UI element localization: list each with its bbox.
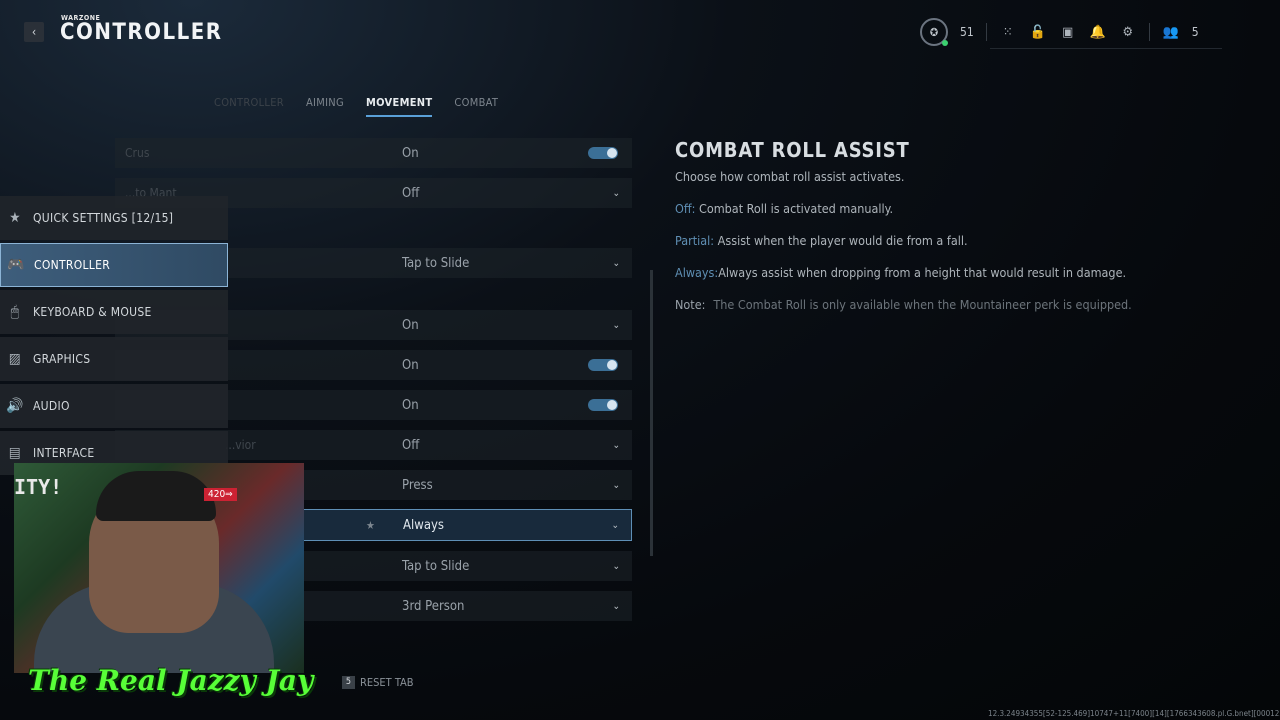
- sidebar-item-quick-settings[interactable]: ★ QUICK SETTINGS [12/15]: [0, 196, 228, 240]
- tab-combat[interactable]: COMBAT: [454, 96, 498, 117]
- key-hint: 5: [342, 676, 355, 689]
- friends-count: 5: [1191, 25, 1199, 39]
- unlock-icon[interactable]: 🔓: [1029, 23, 1047, 41]
- rank-icon[interactable]: ✪: [920, 18, 948, 46]
- top-bar: ✪ 51 ⁙ 🔓 ▣ 🔔 ⚙ 👥 5: [920, 18, 1199, 46]
- streamer-hat: [96, 471, 216, 521]
- chevron-down-icon: ⌄: [612, 187, 620, 199]
- chevron-left-icon: ‹: [31, 25, 37, 39]
- build-info: 12.3.24934355[52-125.469]10747+11[7400][…: [988, 709, 1280, 718]
- setting-value: Tap to Slide: [402, 558, 470, 574]
- settings-tabs: CONTROLLER AIMING MOVEMENT COMBAT: [214, 96, 498, 117]
- setting-value: 3rd Person: [402, 598, 465, 614]
- detail-option-partial: Partial: Assist when the player would di…: [675, 233, 968, 248]
- toggle-switch[interactable]: [588, 399, 618, 411]
- back-button[interactable]: ‹: [24, 22, 44, 42]
- setting-value: Off: [402, 185, 420, 201]
- chevron-down-icon: ⌄: [612, 257, 620, 269]
- tab-aiming[interactable]: AIMING: [306, 96, 344, 117]
- tab-controller[interactable]: CONTROLLER: [214, 96, 284, 117]
- sidebar-item-controller[interactable]: 🎮 CONTROLLER: [0, 243, 228, 287]
- chevron-down-icon: ⌄: [612, 319, 620, 331]
- chevron-down-icon: ⌄: [612, 560, 620, 572]
- tab-movement[interactable]: MOVEMENT: [365, 96, 433, 117]
- divider: [985, 23, 987, 41]
- setting-value: Tap to Slide: [402, 255, 470, 271]
- divider: [1148, 23, 1150, 41]
- star-icon: ★: [9, 210, 21, 226]
- star-icon: ★: [366, 518, 375, 532]
- detail-option-off: Off: Combat Roll is activated manually.: [675, 201, 894, 216]
- player-level: 51: [960, 25, 974, 39]
- divider: [990, 48, 1222, 49]
- setting-value: On: [402, 397, 419, 413]
- gear-icon[interactable]: ⚙: [1119, 23, 1137, 41]
- setting-label: ...vior: [225, 438, 256, 452]
- mouse-icon: 🖱: [10, 304, 20, 320]
- chevron-down-icon: ⌄: [612, 479, 620, 491]
- streamer-name: The Real Jazzy Jay: [28, 664, 314, 697]
- toggle-switch[interactable]: [588, 359, 618, 371]
- setting-value: On: [402, 357, 419, 373]
- sidebar-item-label: QUICK SETTINGS [12/15]: [33, 211, 174, 225]
- interface-icon: ▤: [8, 445, 22, 461]
- detail-option-always: Always:Always assist when dropping from …: [675, 265, 1127, 280]
- sidebar-item-label: INTERFACE: [33, 446, 95, 460]
- webcam-overlay: ITY! 420⇒: [14, 463, 304, 673]
- setting-label: Crus: [125, 146, 150, 160]
- webcam-sign-420: 420⇒: [204, 488, 237, 501]
- detail-subtitle: Choose how combat roll assist activates.: [675, 169, 905, 184]
- sidebar-item-label: GRAPHICS: [33, 352, 91, 366]
- detail-note: Note: The Combat Roll is only available w…: [675, 297, 1132, 312]
- chevron-down-icon: ⌄: [611, 519, 619, 531]
- setting-value: Always: [403, 517, 444, 533]
- setting-row[interactable]: Crus On: [115, 138, 632, 168]
- grid-icon[interactable]: ⁙: [999, 23, 1017, 41]
- sidebar-item-graphics[interactable]: ▨ GRAPHICS: [0, 337, 228, 381]
- reset-tab-button[interactable]: 5 RESET TAB: [342, 676, 414, 689]
- party-icon[interactable]: 👥: [1162, 23, 1180, 41]
- sidebar-item-label: CONTROLLER: [34, 258, 111, 272]
- sidebar-item-keyboard-mouse[interactable]: 🖱 KEYBOARD & MOUSE: [0, 290, 228, 334]
- page-title: CONTROLLER: [60, 20, 223, 45]
- detail-title: COMBAT ROLL ASSIST: [675, 138, 910, 162]
- webcam-sign: ITY!: [14, 475, 63, 499]
- bell-icon[interactable]: 🔔: [1089, 23, 1107, 41]
- sidebar-item-label: AUDIO: [33, 399, 70, 413]
- setting-value: Press: [402, 477, 433, 493]
- scrollbar[interactable]: [650, 270, 653, 556]
- chevron-down-icon: ⌄: [612, 600, 620, 612]
- setting-value: On: [402, 145, 419, 161]
- toggle-switch[interactable]: [588, 147, 618, 159]
- online-status-dot: [942, 40, 948, 46]
- graphics-icon: ▨: [8, 351, 22, 367]
- reset-tab-label: RESET TAB: [360, 676, 414, 689]
- setting-value: On: [402, 317, 419, 333]
- speaker-icon: 🔊: [6, 398, 24, 414]
- chevron-down-icon: ⌄: [612, 439, 620, 451]
- store-icon[interactable]: ▣: [1059, 23, 1077, 41]
- gamepad-icon: 🎮: [7, 257, 25, 273]
- setting-value: Off: [402, 437, 420, 453]
- sidebar-item-label: KEYBOARD & MOUSE: [33, 305, 152, 319]
- sidebar-item-audio[interactable]: 🔊 AUDIO: [0, 384, 228, 428]
